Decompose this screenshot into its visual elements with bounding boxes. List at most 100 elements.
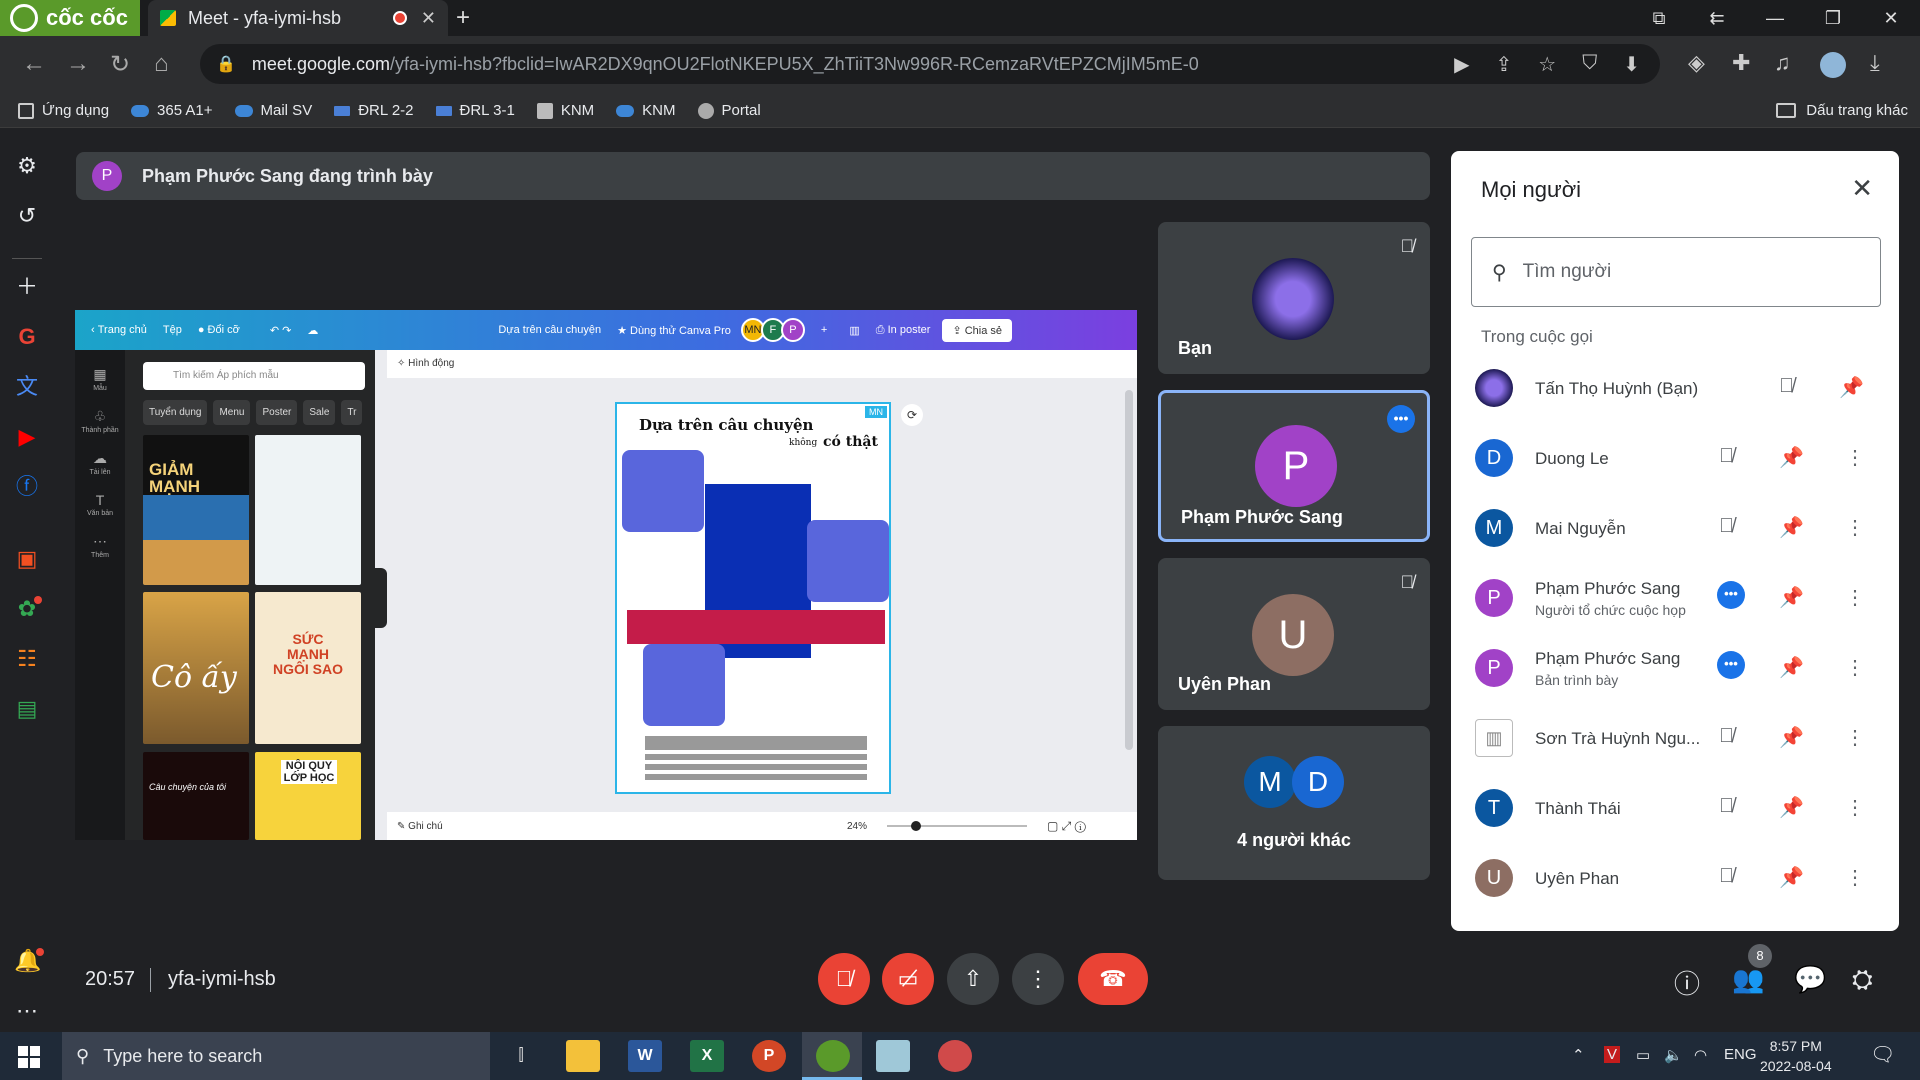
bookmark-drl-3-1[interactable]: ĐRL 3-1: [435, 102, 515, 119]
back-icon[interactable]: ←: [22, 50, 46, 78]
tab-meet[interactable]: Meet - yfa-iymi-hsb ✕: [148, 0, 448, 36]
translate-icon[interactable]: 文: [14, 374, 40, 400]
coccoc-menu-button[interactable]: cốc cốc: [0, 0, 140, 36]
input-language[interactable]: ENG: [1724, 1046, 1757, 1063]
tile-others[interactable]: M D 4 người khác: [1158, 726, 1430, 880]
tile-uyen-phan[interactable]: 🎙̸ U Uyên Phan: [1158, 558, 1430, 710]
google-icon[interactable]: G: [14, 324, 40, 350]
back-history-icon[interactable]: ⇇: [1688, 0, 1746, 36]
list-item[interactable]: T Thành Thái 🎙̸ 📌 ⋮: [1475, 779, 1885, 839]
wifi-icon[interactable]: ◠: [1694, 1046, 1707, 1064]
maximize-button[interactable]: ❐: [1804, 0, 1862, 36]
more-options-icon[interactable]: ⋮: [1845, 515, 1865, 540]
list-item[interactable]: D Duong Le 🎙̸ 📌 ⋮: [1475, 429, 1885, 489]
tab-search-icon[interactable]: ⧉: [1630, 0, 1688, 36]
more-sidebar-icon[interactable]: ⋯: [14, 998, 40, 1024]
present-screen-button[interactable]: ⇧: [947, 953, 999, 1005]
powerpoint-icon[interactable]: P: [752, 1040, 786, 1072]
bookmark-mail-sv[interactable]: Mail SV: [234, 102, 312, 119]
excel-icon[interactable]: X: [690, 1040, 724, 1072]
shield-icon[interactable]: ⛉: [1582, 52, 1597, 77]
tile-self[interactable]: 🎙̸ Bạn: [1158, 222, 1430, 374]
extensions-puzzle-icon[interactable]: ✚: [1732, 50, 1750, 76]
reload-icon[interactable]: ↻: [110, 50, 130, 79]
bookmark-apps[interactable]: Ứng dụng: [18, 102, 109, 119]
forward-icon[interactable]: →: [66, 50, 90, 78]
list-item[interactable]: Tấn Thọ Huỳnh (Bạn) 🎙̸ 📌: [1475, 359, 1885, 419]
facebook-icon[interactable]: ⓕ: [14, 474, 40, 500]
taskbar-search-input[interactable]: ⚲ Type here to search: [62, 1032, 490, 1080]
people-icon[interactable]: 👥: [1732, 964, 1764, 995]
pin-icon[interactable]: 📌: [1779, 445, 1804, 470]
action-center-icon[interactable]: 🗨: [1870, 1042, 1895, 1067]
people-search-input[interactable]: ⚲ Tìm người: [1471, 237, 1881, 307]
youtube-icon[interactable]: ▶: [14, 424, 40, 450]
activities-icon[interactable]: ⛭: [1852, 964, 1873, 996]
more-options-icon[interactable]: ⋮: [1845, 725, 1865, 750]
volume-icon[interactable]: 🔈: [1664, 1046, 1683, 1064]
shop-icon[interactable]: ☷: [14, 646, 40, 672]
new-tab-button[interactable]: +: [456, 4, 470, 32]
tile-presenter[interactable]: ••• P Phạm Phước Sang: [1158, 390, 1430, 542]
close-window-button[interactable]: ✕: [1862, 0, 1920, 36]
bookmark-drl-2-2[interactable]: ĐRL 2-2: [334, 102, 414, 119]
file-explorer-icon[interactable]: [566, 1040, 600, 1072]
add-sidebar-icon[interactable]: ＋: [14, 274, 40, 300]
history-icon[interactable]: ↺: [14, 203, 40, 229]
list-item[interactable]: P Phạm Phước Sang Người tổ chức cuộc họp…: [1475, 569, 1885, 629]
pin-off-icon[interactable]: 📌: [1779, 655, 1804, 680]
bookmark-knm-1[interactable]: KNM: [536, 102, 594, 119]
coccoc-taskbar-icon[interactable]: [816, 1040, 850, 1072]
list-item[interactable]: M Mai Nguyễn 🎙̸ 📌 ⋮: [1475, 499, 1885, 559]
meeting-info-icon[interactable]: ⓘ: [1674, 964, 1700, 1001]
home-icon[interactable]: ⌂: [154, 50, 169, 78]
list-item[interactable]: U Uyên Phan 🎙̸ 📌 ⋮: [1475, 849, 1885, 909]
more-options-icon[interactable]: ⋮: [1845, 795, 1865, 820]
other-bookmarks[interactable]: Dấu trang khác: [1776, 102, 1908, 119]
bookmark-portal[interactable]: Portal: [697, 102, 761, 119]
pin-icon[interactable]: 📌: [1779, 795, 1804, 820]
chat-icon[interactable]: 💬: [1794, 964, 1826, 995]
tray-antivirus-icon[interactable]: V: [1604, 1046, 1621, 1063]
more-options-icon[interactable]: ⋮: [1845, 865, 1865, 890]
tray-expand-icon[interactable]: ⌃: [1572, 1046, 1585, 1064]
minimize-button[interactable]: —: [1746, 0, 1804, 36]
settings-gear-icon[interactable]: ⚙: [14, 153, 40, 179]
paint-app-icon[interactable]: [938, 1040, 972, 1072]
share-page-icon[interactable]: ⇪: [1496, 52, 1513, 77]
toggle-camera-button[interactable]: ▭̸: [882, 953, 934, 1005]
bookmark-365[interactable]: 365 A1+: [131, 102, 213, 119]
windows-start-button[interactable]: [18, 1046, 40, 1068]
pin-icon[interactable]: 📌: [1839, 375, 1864, 400]
toggle-mic-button[interactable]: 🎙̸: [818, 953, 870, 1005]
download-video-icon[interactable]: ⬇: [1623, 52, 1640, 77]
more-options-icon[interactable]: ⋮: [1845, 585, 1865, 610]
shopee-icon[interactable]: ▣: [14, 546, 40, 572]
word-icon[interactable]: W: [628, 1040, 662, 1072]
close-icon[interactable]: ✕: [1851, 173, 1873, 204]
camera-icon[interactable]: ▶: [1454, 52, 1469, 77]
pin-icon[interactable]: 📌: [1779, 865, 1804, 890]
downloads-icon[interactable]: ⤓: [1870, 50, 1880, 76]
leave-call-button[interactable]: ☎: [1078, 953, 1148, 1005]
bookmark-star-icon[interactable]: ☆: [1538, 52, 1556, 77]
task-view-icon[interactable]: ⫿: [504, 1040, 538, 1072]
sheet-icon[interactable]: ▤: [14, 696, 40, 722]
taskbar-clock[interactable]: 8:57 PM 2022-08-04: [1760, 1036, 1832, 1076]
close-tab-icon[interactable]: ✕: [421, 8, 436, 29]
more-options-button[interactable]: ⋮: [1012, 953, 1064, 1005]
more-options-icon[interactable]: ⋮: [1845, 445, 1865, 470]
list-item[interactable]: P Phạm Phước Sang Bản trình bày ••• 📌 ⋮: [1475, 639, 1885, 699]
pin-icon[interactable]: 📌: [1779, 515, 1804, 540]
pin-icon[interactable]: 📌: [1779, 725, 1804, 750]
more-options-icon[interactable]: ⋮: [1845, 655, 1865, 680]
extension-icon[interactable]: ◈: [1688, 50, 1705, 76]
pin-icon[interactable]: 📌: [1779, 585, 1804, 610]
profile-avatar[interactable]: [1820, 52, 1846, 78]
bookmark-knm-2[interactable]: KNM: [616, 102, 676, 119]
battery-icon[interactable]: ▭: [1636, 1046, 1650, 1064]
address-bar[interactable]: 🔒 meet.google.com /yfa-iymi-hsb?fbclid=I…: [200, 44, 1660, 84]
notes-app-icon[interactable]: [876, 1040, 910, 1072]
media-icon[interactable]: ♫: [1774, 50, 1791, 76]
list-item[interactable]: ▥ Sơn Trà Huỳnh Ngu... 🎙̸ 📌 ⋮: [1475, 709, 1885, 769]
